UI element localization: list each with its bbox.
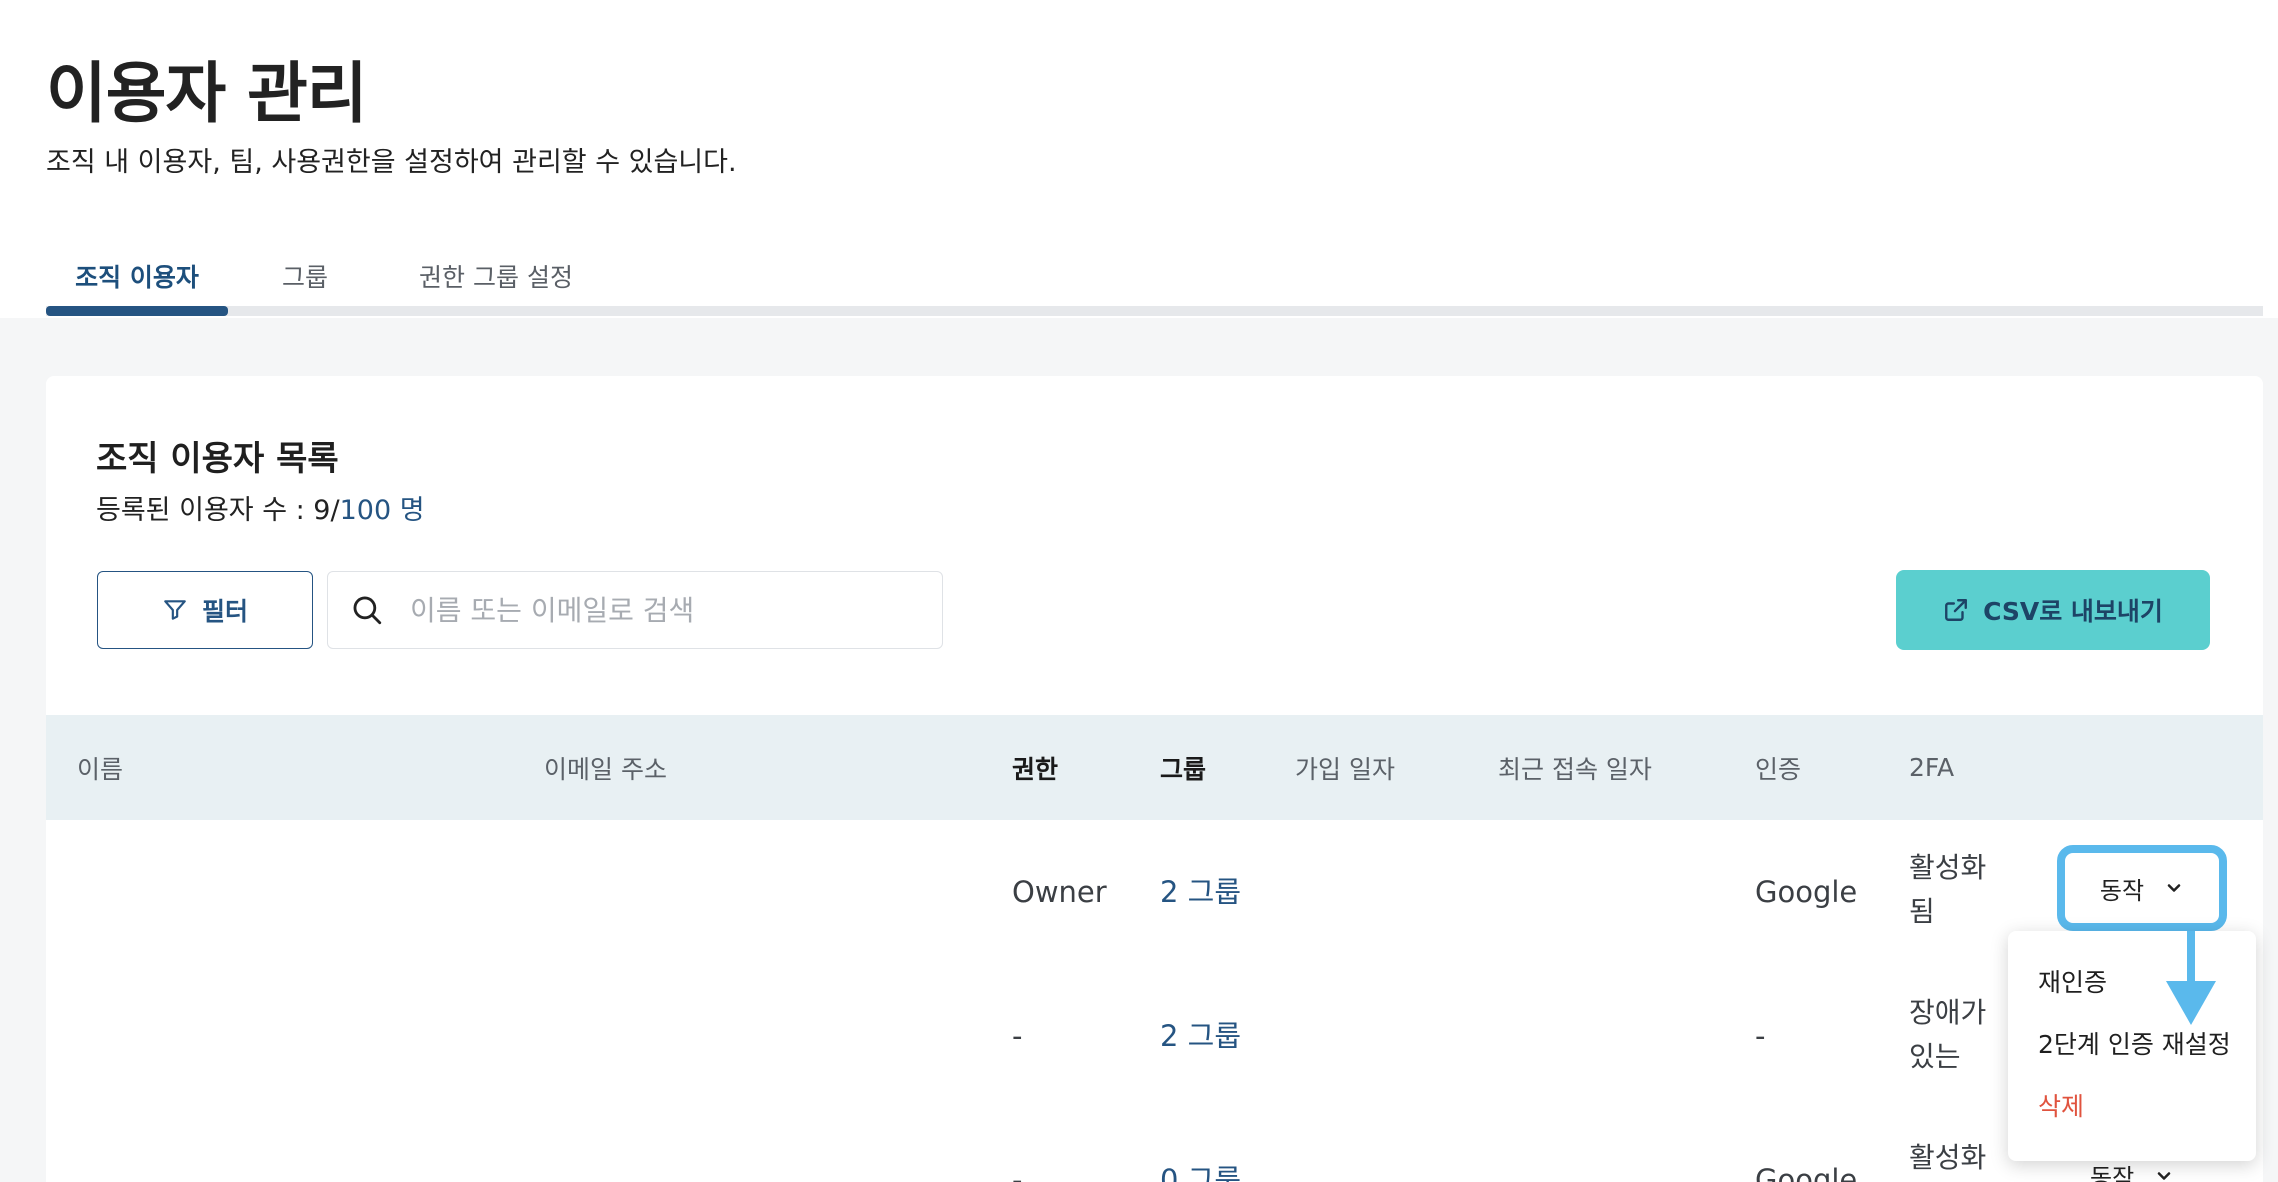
card-title: 조직 이용자 목록 [96,439,339,479]
row-3-auth: Google [1755,1163,1858,1182]
search-input[interactable] [410,593,910,627]
user-count-label: 등록된 이용자 수 : 9/ [96,495,340,526]
column-header-group[interactable]: 그룹 [1160,715,1206,820]
table-header: 이름 이메일 주소 권한 그룹 가입 일자 최근 접속 일자 인증 2FA [46,715,2263,820]
row-1-action-label: 동작 [2099,876,2145,905]
column-header-name[interactable]: 이름 [77,715,123,820]
menu-item-reset-2fa[interactable]: 2단계 인증 재설정 [2038,1025,2231,1061]
filter-icon [164,600,186,620]
menu-item-delete[interactable]: 삭제 [2038,1087,2084,1123]
row-2-2fa-status: 장애가 있는 [1909,996,1987,1073]
csv-export-button[interactable]: CSV로 내보내기 [1896,570,2210,650]
filter-button-label: 필터 [201,597,248,626]
row-1-group-link[interactable]: 2 그룹 [1160,872,1241,912]
tab-permission-groups[interactable]: 권한 그룹 설정 [406,246,586,306]
page-title: 이용자 관리 [46,55,368,132]
tab-track [46,306,2263,316]
action-dropdown-menu: 재인증 2단계 인증 재설정 삭제 [2008,931,2256,1161]
row-1-2fa-status: 활성화 됨 [1909,851,1987,928]
tab-active-indicator [46,306,228,316]
tab-bar: 조직 이용자 그룹 권한 그룹 설정 [46,246,2263,316]
column-header-role[interactable]: 권한 [1012,715,1058,820]
row-1-auth: Google [1755,875,1858,909]
row-3-2fa-status: 활성화 [1909,1141,1987,1174]
row-1-action-button[interactable]: 동작 [2057,845,2227,931]
csv-export-label: CSV로 내보내기 [1983,597,2163,626]
row-3-action-label: 동작 [2090,1164,2135,1182]
filter-button[interactable]: 필터 [97,571,313,649]
row-3-group-link[interactable]: 0 그룹 [1160,1160,1241,1182]
row-2-auth: - [1755,1019,1766,1053]
column-header-joined[interactable]: 가입 일자 [1295,715,1395,820]
search-box [327,571,943,649]
column-header-2fa[interactable]: 2FA [1909,715,1954,820]
row-3-action-button[interactable]: 동작 [2090,1158,2174,1182]
user-count: 등록된 이용자 수 : 9/100 명 [96,488,425,527]
chevron-down-icon [2167,884,2181,892]
user-count-max: 100 명 [339,495,425,526]
row-2-role: - [1012,1019,1023,1053]
row-3-role: - [1012,1163,1023,1182]
column-header-last-access[interactable]: 최근 접속 일자 [1498,715,1652,820]
page-subtitle: 조직 내 이용자, 팀, 사용권한을 설정하여 관리할 수 있습니다. [46,147,737,178]
column-header-auth[interactable]: 인증 [1755,715,1801,820]
tab-org-users[interactable]: 조직 이용자 [46,246,228,306]
column-header-email[interactable]: 이메일 주소 [544,715,667,820]
row-2-group-link[interactable]: 2 그룹 [1160,1016,1241,1056]
menu-item-reauthenticate[interactable]: 재인증 [2038,963,2107,999]
tab-groups[interactable]: 그룹 [260,246,350,306]
chevron-down-icon [2157,1171,2171,1180]
external-link-icon [1945,599,1968,621]
row-1-role: Owner [1012,875,1107,909]
search-icon [353,596,382,625]
